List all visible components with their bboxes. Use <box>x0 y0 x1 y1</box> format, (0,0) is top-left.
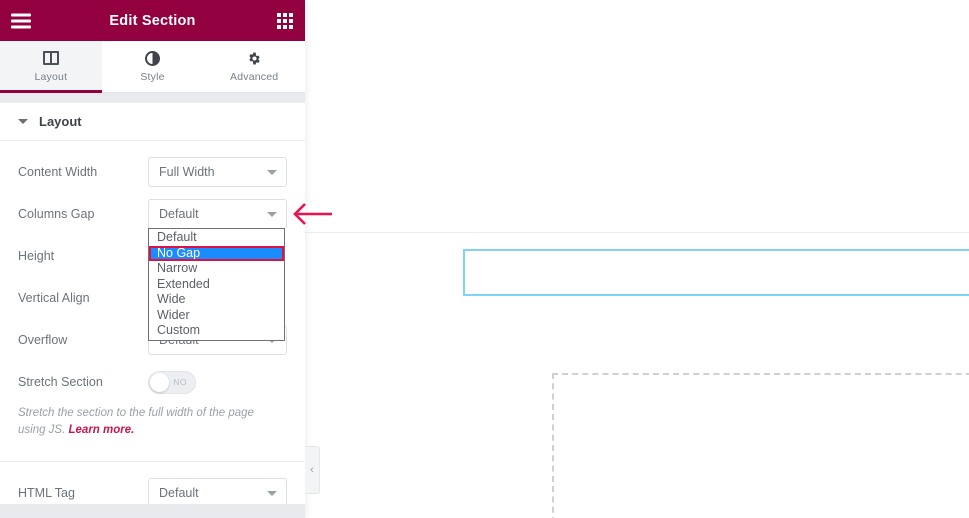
tab-layout[interactable]: Layout <box>0 41 102 93</box>
chevron-down-icon <box>267 170 277 175</box>
learn-more-link[interactable]: Learn more. <box>69 424 135 436</box>
columns-icon <box>42 50 59 66</box>
columns-gap-dropdown-list[interactable]: Default No Gap Narrow Extended Wide Wider Cust… <box>148 228 285 341</box>
toggle-knob <box>150 372 169 392</box>
dropdown-option[interactable]: Default <box>149 230 284 246</box>
tab-advanced[interactable]: Advanced <box>203 41 306 92</box>
content-width-value: Full Width <box>159 165 215 179</box>
tabs-spacer <box>0 93 305 103</box>
dropdown-option[interactable]: Wider <box>149 308 284 324</box>
panel-title: Edit Section <box>109 12 196 29</box>
panel-collapse-handle[interactable]: ‹ <box>305 446 320 494</box>
row-stretch-section: Stretch Section NO <box>18 361 287 403</box>
dropdown-option[interactable]: Custom <box>149 323 284 339</box>
dropdown-option[interactable]: No Gap <box>149 245 284 261</box>
dropdown-option[interactable]: Extended <box>149 277 284 293</box>
layout-section-title: Layout <box>39 114 82 129</box>
height-label: Height <box>18 249 55 263</box>
tab-layout-label: Layout <box>34 71 68 83</box>
columns-gap-select[interactable]: Default <box>148 199 287 229</box>
tab-advanced-label: Advanced <box>230 71 279 83</box>
chevron-left-icon: ‹ <box>310 464 314 476</box>
layout-section-header[interactable]: Layout <box>0 103 305 141</box>
stretch-help-text: Stretch the section to the full width of… <box>18 407 254 436</box>
columns-gap-value: Default <box>159 207 199 221</box>
contrast-icon <box>145 50 160 66</box>
chevron-down-icon <box>18 119 28 124</box>
overflow-label: Overflow <box>18 333 68 347</box>
hamburger-icon[interactable] <box>11 13 31 28</box>
empty-widget-dropzone[interactable] <box>552 373 969 518</box>
tab-style-label: Style <box>140 71 165 83</box>
columns-gap-label: Columns Gap <box>18 207 95 221</box>
panel-bottom-strip <box>0 504 305 518</box>
panel-tabs: Layout Style Advanced <box>0 41 306 93</box>
stretch-section-label: Stretch Section <box>18 375 103 389</box>
html-tag-label: HTML Tag <box>18 486 75 500</box>
canvas-top-area <box>305 0 969 232</box>
dropdown-option[interactable]: Narrow <box>149 261 284 277</box>
dropdown-option[interactable]: Wide <box>149 292 284 308</box>
stretch-section-toggle[interactable]: NO <box>148 370 196 394</box>
html-tag-value: Default <box>159 486 199 500</box>
selected-section-outline[interactable] <box>463 249 969 296</box>
content-width-select[interactable]: Full Width <box>148 157 287 187</box>
canvas-divider <box>305 232 969 233</box>
content-width-label: Content Width <box>18 165 98 179</box>
gear-icon <box>247 50 262 66</box>
stretch-section-help: Stretch the section to the full width of… <box>0 403 275 439</box>
panel-header: Edit Section <box>0 0 305 41</box>
screen: Edit Section Layout Style Advanced Layou… <box>0 0 969 518</box>
tab-style[interactable]: Style <box>101 41 204 92</box>
vertical-align-label: Vertical Align <box>18 291 90 305</box>
chevron-down-icon <box>267 491 277 496</box>
toggle-state-label: NO <box>173 377 187 387</box>
row-content-width: Content Width Full Width <box>18 151 287 193</box>
chevron-down-icon <box>267 212 277 217</box>
grid-icon[interactable] <box>277 12 293 29</box>
